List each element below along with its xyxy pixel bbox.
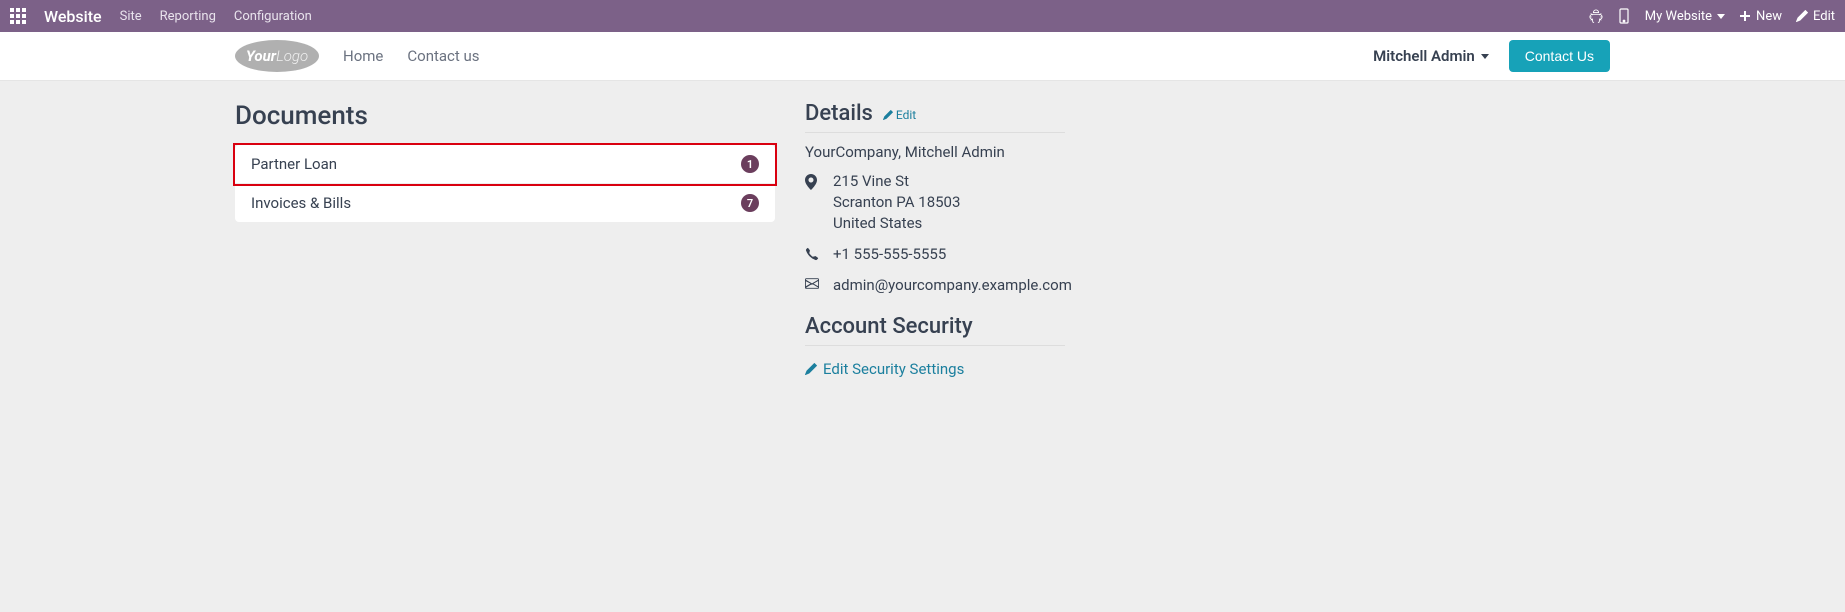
address-line3: United States (833, 213, 960, 234)
envelope-icon (805, 278, 819, 289)
security-title: Account Security (805, 314, 973, 339)
address-line1: 215 Vine St (833, 171, 960, 192)
menu-site[interactable]: Site (120, 9, 142, 24)
main-content: Documents Partner Loan 1 Invoices & Bill… (0, 81, 1845, 399)
logo-text-2: Logo (276, 47, 308, 65)
site-navbar: YourLogo Home Contact us Mitchell Admin … (0, 32, 1845, 81)
app-name[interactable]: Website (44, 7, 102, 26)
mobile-icon[interactable] (1617, 9, 1631, 23)
edit-label: Edit (1813, 9, 1835, 24)
details-column: Details Edit YourCompany, Mitchell Admin… (805, 101, 1065, 379)
user-name: Mitchell Admin (1373, 47, 1475, 65)
new-button[interactable]: New (1739, 9, 1782, 24)
apps-icon[interactable] (10, 8, 26, 24)
company-line: YourCompany, Mitchell Admin (805, 143, 1065, 161)
page-title: Documents (235, 101, 775, 131)
edit-details-link[interactable]: Edit (883, 108, 916, 122)
map-marker-icon (805, 174, 819, 190)
chevron-down-icon (1481, 54, 1489, 59)
document-item-invoices-bills[interactable]: Invoices & Bills 7 (235, 184, 775, 222)
chevron-down-icon (1717, 14, 1725, 19)
website-selector-label: My Website (1645, 9, 1712, 24)
address-line2: Scranton PA 18503 (833, 192, 960, 213)
logo-text-1: Your (246, 47, 276, 65)
count-badge: 1 (741, 155, 759, 173)
pencil-icon (1796, 10, 1808, 22)
pencil-icon (883, 110, 893, 120)
bug-icon[interactable] (1589, 9, 1603, 23)
topbar-left: Website Site Reporting Configuration (10, 7, 312, 26)
details-title: Details (805, 101, 873, 126)
phone-row: +1 555-555-5555 (805, 244, 1065, 265)
website-selector[interactable]: My Website (1645, 9, 1725, 24)
topbar-right: My Website New Edit (1589, 9, 1835, 24)
count-badge: 7 (741, 194, 759, 212)
security-section: Account Security Edit Security Settings (805, 314, 1065, 379)
user-dropdown[interactable]: Mitchell Admin (1373, 47, 1489, 65)
security-header: Account Security (805, 314, 1065, 346)
phone-icon (805, 247, 819, 261)
navbar-left: YourLogo Home Contact us (235, 40, 480, 72)
menu-reporting[interactable]: Reporting (160, 9, 216, 24)
edit-security-link[interactable]: Edit Security Settings (805, 360, 964, 378)
documents-list: Partner Loan 1 Invoices & Bills 7 (235, 145, 775, 222)
top-menu-bar: Website Site Reporting Configuration My … (0, 0, 1845, 32)
logo[interactable]: YourLogo (235, 40, 319, 72)
menu-configuration[interactable]: Configuration (234, 9, 312, 24)
edit-details-label: Edit (896, 108, 916, 122)
nav-home[interactable]: Home (343, 47, 383, 65)
phone-text: +1 555-555-5555 (833, 244, 946, 265)
edit-button[interactable]: Edit (1796, 9, 1835, 24)
document-label: Invoices & Bills (251, 194, 351, 212)
email-text: admin@yourcompany.example.com (833, 275, 1072, 296)
navbar-right: Mitchell Admin Contact Us (1373, 40, 1610, 72)
pencil-icon (805, 363, 817, 375)
address-text: 215 Vine St Scranton PA 18503 United Sta… (833, 171, 960, 234)
new-label: New (1756, 9, 1782, 24)
edit-security-label: Edit Security Settings (823, 360, 964, 378)
contact-us-button[interactable]: Contact Us (1509, 40, 1610, 72)
details-header: Details Edit (805, 101, 1065, 133)
plus-icon (1739, 10, 1751, 22)
document-item-partner-loan[interactable]: Partner Loan 1 (235, 145, 775, 184)
address-row: 215 Vine St Scranton PA 18503 United Sta… (805, 171, 1065, 234)
email-row: admin@yourcompany.example.com (805, 275, 1065, 296)
document-label: Partner Loan (251, 155, 337, 173)
nav-contact-us[interactable]: Contact us (407, 47, 479, 65)
documents-column: Documents Partner Loan 1 Invoices & Bill… (235, 101, 775, 222)
